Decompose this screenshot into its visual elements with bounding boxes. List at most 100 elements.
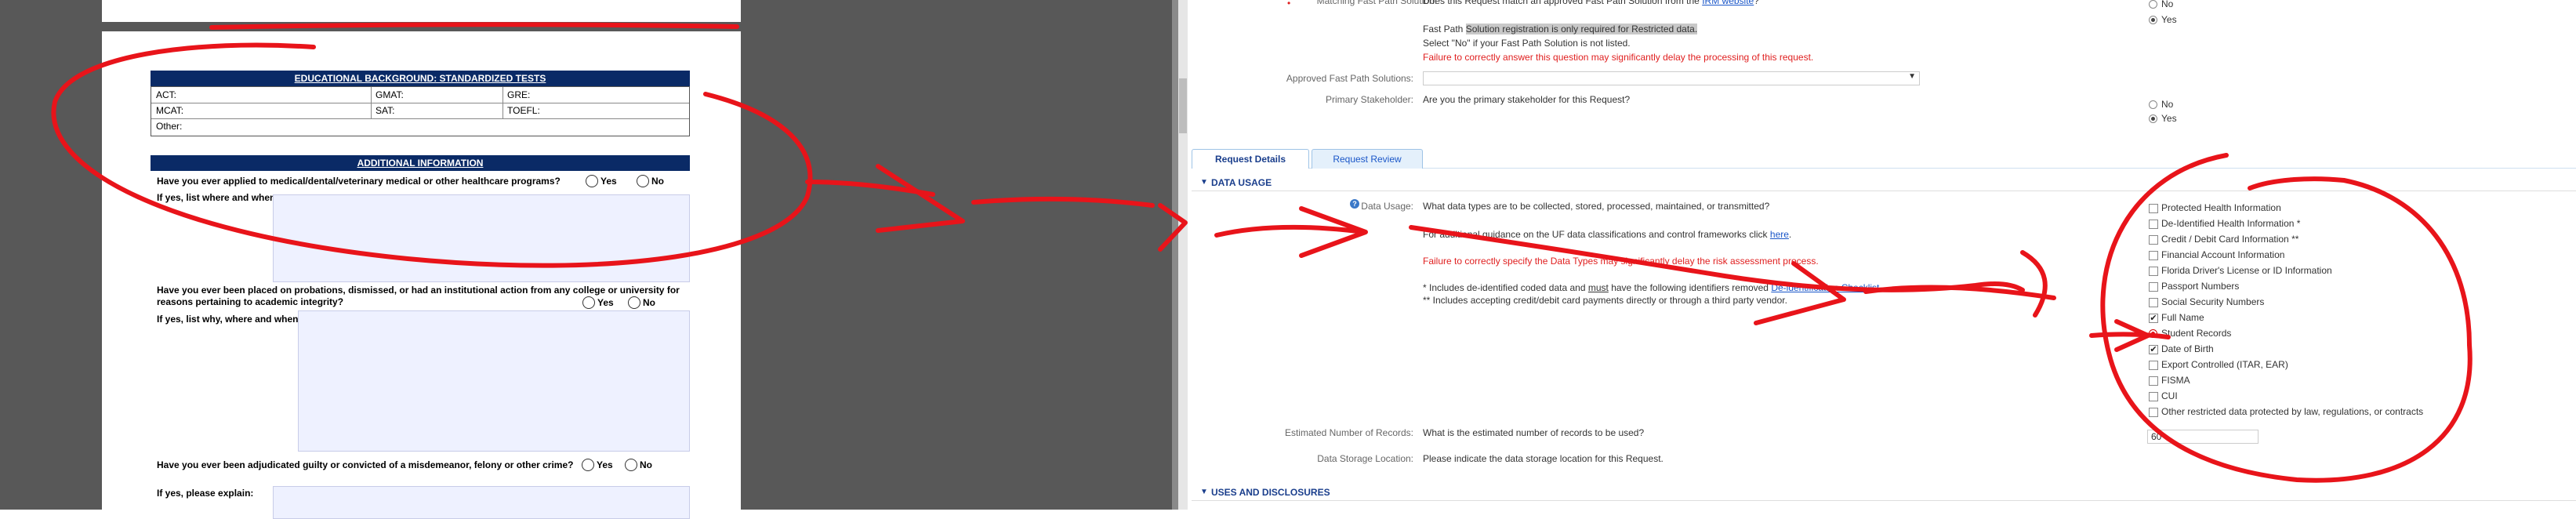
data-usage-label: Data Usage: (1361, 201, 1413, 212)
data-type-label: Passport Numbers (2161, 281, 2240, 292)
additional-information-header: ADDITIONAL INFORMATION (151, 155, 690, 171)
data-type-label: Protected Health Information (2161, 202, 2281, 213)
tab-request-review[interactable]: Request Review (1312, 149, 1423, 169)
viewer-gutter (1172, 0, 1178, 510)
data-type-checkbox[interactable] (2149, 376, 2158, 386)
data-type-checkbox[interactable] (2149, 235, 2158, 245)
fastpath-label: Matching Fast Path Solution: (1316, 0, 1437, 6)
q3-followup-label: If yes, please explain: (157, 488, 254, 499)
data-type-checkbox[interactable] (2149, 408, 2158, 417)
storage-location-label: Data Storage Location: (1317, 453, 1413, 464)
data-type-radio[interactable] (2149, 329, 2157, 338)
data-usage-warning: Failure to correctly specify the Data Ty… (1423, 256, 1819, 267)
q1-no-radio[interactable] (637, 175, 649, 187)
data-usage-question: What data types are to be collected, sto… (1423, 201, 1770, 212)
data-type-checkbox[interactable] (2149, 298, 2158, 307)
q3-no-radio[interactable] (625, 459, 637, 471)
q1-followup-label: If yes, list where and when: (157, 192, 279, 203)
chevron-down-icon: ▼ (1908, 72, 1916, 81)
irm-website-link[interactable]: IRM website (1702, 0, 1754, 6)
stakeholder-no-radio[interactable] (2149, 100, 2157, 109)
pdf-page-previous (102, 0, 741, 22)
q1-answer-field[interactable] (273, 194, 690, 282)
guidance-here-link[interactable]: here (1770, 229, 1789, 240)
stakeholder-yes-radio[interactable] (2149, 114, 2157, 123)
data-type-label: Full Name (2161, 312, 2204, 323)
data-type-checkbox[interactable] (2149, 204, 2158, 213)
stakeholder-no-label: No (2161, 99, 2174, 110)
data-type-checkbox[interactable] (2149, 282, 2158, 292)
approved-fastpath-select[interactable]: ▼ (1423, 71, 1920, 85)
data-types-list: Protected Health Information De-Identifie… (2149, 202, 2572, 422)
data-type-checkbox[interactable]: ✔ (2149, 345, 2158, 354)
request-form: • Matching Fast Path Solution: Does this… (1188, 0, 2576, 510)
gre-field[interactable]: GRE: (507, 89, 530, 100)
data-type-label: Credit / Debit Card Information ** (2161, 234, 2299, 245)
fastpath-no-label: No (2161, 0, 2174, 9)
q3-answer-field[interactable] (273, 486, 690, 519)
section-divider (1192, 500, 2576, 501)
fastpath-question: Does this Request match an approved Fast… (1423, 0, 1759, 6)
fastpath-no-radio[interactable] (2149, 0, 2157, 9)
fastpath-select-note: Select "No" if your Fast Path Solution i… (1423, 38, 1631, 49)
act-field[interactable]: ACT: (156, 89, 176, 100)
data-type-checkbox[interactable]: ✔ (2149, 314, 2158, 323)
data-type-checkbox[interactable] (2149, 251, 2158, 260)
q-academic-integrity-line2: reasons pertaining to academic integrity… (157, 296, 344, 307)
tab-request-details[interactable]: Request Details (1192, 149, 1309, 169)
sat-field[interactable]: SAT: (376, 105, 394, 116)
q-academic-integrity-line1: Have you ever been placed on probations,… (157, 285, 680, 296)
form-scrollbar[interactable] (1178, 0, 1188, 510)
data-type-label: Export Controlled (ITAR, EAR) (2161, 359, 2288, 370)
card-payments-note: ** Includes accepting credit/debit card … (1423, 295, 1787, 306)
q2-no-radio[interactable] (628, 296, 640, 309)
records-label: Estimated Number of Records: (1284, 427, 1413, 438)
fastpath-warning: Failure to correctly answer this questio… (1423, 52, 1814, 63)
collapse-triangle-icon[interactable]: ▼ (1200, 178, 1208, 187)
data-type-label: Date of Birth (2161, 343, 2214, 354)
storage-location-question: Please indicate the data storage locatio… (1423, 453, 1664, 464)
uses-disclosures-section-title[interactable]: USES AND DISCLOSURES (1211, 487, 1330, 498)
primary-stakeholder-label: Primary Stakeholder: (1325, 94, 1413, 105)
data-type-label: Other restricted data protected by law, … (2161, 406, 2424, 417)
pdf-viewer: EDUCATIONAL BACKGROUND: STANDARDIZED TES… (0, 0, 1176, 519)
records-value: 60 (2151, 431, 2162, 442)
records-question: What is the estimated number of records … (1423, 427, 1645, 438)
q2-yes-radio[interactable] (582, 296, 595, 309)
data-type-label: De-Identified Health Information * (2161, 218, 2301, 229)
gmat-field[interactable]: GMAT: (376, 89, 404, 100)
form-scrollbar-thumb[interactable] (1179, 78, 1187, 133)
data-type-label: Student Records (2161, 328, 2232, 339)
data-type-checkbox[interactable] (2149, 220, 2158, 229)
mcat-field[interactable]: MCAT: (156, 105, 183, 116)
q3-no-label: No (640, 459, 652, 470)
records-input[interactable]: 60 (2147, 430, 2259, 444)
q2-yes-label: Yes (597, 297, 614, 308)
data-type-label: Florida Driver's License or ID Informati… (2161, 265, 2332, 276)
data-usage-section-title[interactable]: DATA USAGE (1211, 177, 1272, 188)
deidentification-checklist-link[interactable]: De-identification Checklist (1771, 282, 1879, 293)
q1-yes-radio[interactable] (586, 175, 598, 187)
pdf-page: EDUCATIONAL BACKGROUND: STANDARDIZED TES… (102, 31, 741, 519)
q3-yes-radio[interactable] (582, 459, 594, 471)
data-type-checkbox[interactable] (2149, 392, 2158, 401)
fastpath-yes-label: Yes (2161, 14, 2177, 25)
guidance-text: For additional guidance on the UF data c… (1423, 229, 1792, 240)
fastpath-yes-radio[interactable] (2149, 16, 2157, 24)
other-test-field[interactable]: Other: (156, 121, 182, 132)
q1-yes-label: Yes (600, 176, 617, 187)
q3-yes-label: Yes (597, 459, 613, 470)
data-type-checkbox[interactable] (2149, 267, 2158, 276)
primary-stakeholder-question: Are you the primary stakeholder for this… (1423, 94, 1631, 105)
standardized-tests-table: ACT: GMAT: GRE: MCAT: SAT: TOEFL: Other: (151, 86, 690, 136)
collapse-triangle-icon[interactable]: ▼ (1200, 488, 1208, 496)
data-type-checkbox[interactable] (2149, 361, 2158, 370)
q-healthcare-programs: Have you ever applied to medical/dental/… (157, 176, 561, 187)
data-type-label: FISMA (2161, 375, 2190, 386)
data-type-label: Social Security Numbers (2161, 296, 2265, 307)
stakeholder-yes-label: Yes (2161, 113, 2177, 124)
data-type-label: Financial Account Information (2161, 249, 2285, 260)
q2-answer-field[interactable] (298, 310, 690, 452)
q2-no-label: No (643, 297, 655, 308)
toefl-field[interactable]: TOEFL: (507, 105, 540, 116)
